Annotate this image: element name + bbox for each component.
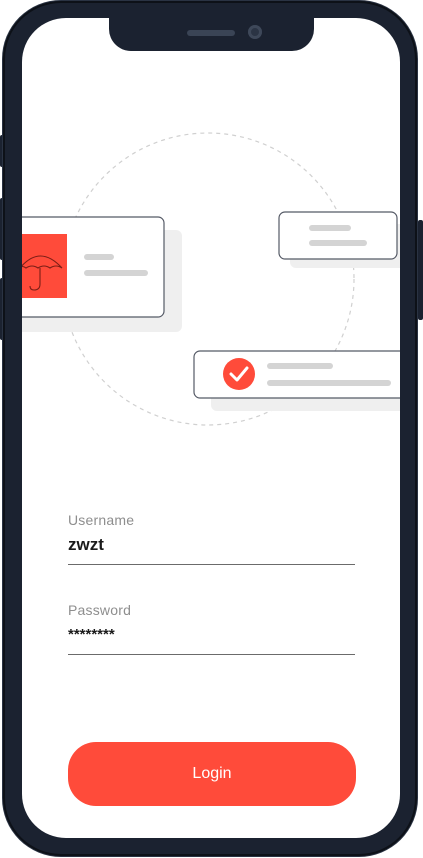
right-top-card	[278, 211, 398, 260]
front-camera-icon	[248, 25, 262, 39]
phone-screen: Username zwzt Password ******** Login	[22, 18, 400, 838]
password-label: Password	[68, 602, 132, 618]
left-card-line-1	[84, 254, 114, 260]
username-field[interactable]: Username zwzt	[68, 512, 355, 565]
password-field[interactable]: Password ********	[68, 602, 355, 655]
bottom-card-line-2	[267, 380, 391, 386]
right-top-card-line-2	[309, 240, 367, 246]
username-input[interactable]: zwzt	[68, 532, 355, 558]
login-button[interactable]: Login	[68, 742, 356, 806]
phone-notch	[109, 18, 314, 51]
power-button	[418, 220, 423, 320]
left-card-line-2	[84, 270, 148, 276]
login-button-label: Login	[192, 765, 232, 782]
app-stage: Username zwzt Password ******** Login	[0, 0, 423, 858]
check-circle-icon	[223, 358, 255, 390]
password-input[interactable]: ********	[68, 622, 355, 648]
username-label: Username	[68, 512, 135, 528]
right-top-card-line-1	[309, 225, 351, 231]
login-illustration	[22, 132, 400, 426]
bottom-card-line-1	[267, 363, 333, 369]
earpiece-speaker	[187, 30, 235, 36]
